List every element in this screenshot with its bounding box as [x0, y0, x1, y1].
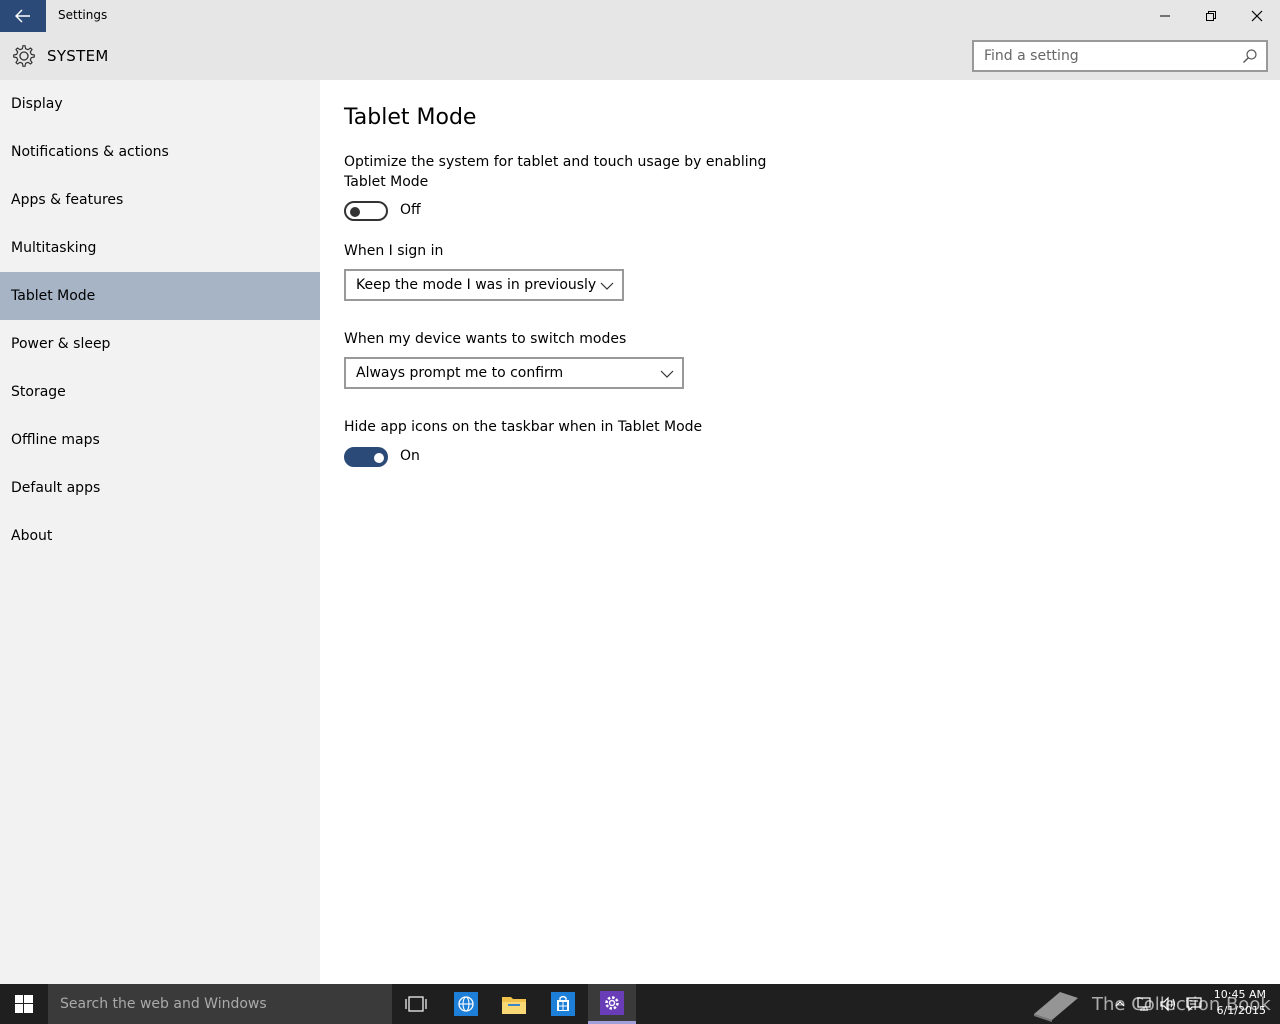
book-logo-icon — [1034, 992, 1078, 1022]
sidebar-item-label: About — [11, 528, 53, 544]
taskbar-search[interactable]: Search the web and Windows — [48, 984, 392, 1024]
close-icon — [1251, 10, 1263, 22]
sidebar-item-label: Default apps — [11, 480, 101, 496]
sidebar-item-tablet-mode[interactable]: Tablet Mode — [0, 272, 320, 320]
back-arrow-icon — [15, 9, 30, 23]
browser-icon — [454, 992, 478, 1016]
sidebar-item-storage[interactable]: Storage — [0, 368, 320, 416]
sidebar-item-power-sleep[interactable]: Power & sleep — [0, 320, 320, 368]
sidebar-item-label: Display — [11, 96, 63, 112]
settings-gear-icon — [600, 990, 624, 1015]
sidebar-item-label: Apps & features — [11, 192, 124, 208]
clock-date: 6/1/2015 — [1216, 1004, 1266, 1017]
taskbar-clock[interactable]: 10:45 AM 6/1/2015 — [1210, 987, 1266, 1019]
store-icon — [551, 992, 575, 1016]
window-title: Settings — [58, 8, 108, 22]
restore-icon — [1206, 11, 1216, 21]
section-title: SYSTEM — [47, 47, 109, 65]
hide-icons-toggle[interactable] — [344, 447, 388, 467]
volume-icon[interactable] — [1158, 994, 1178, 1014]
sidebar-item-label: Power & sleep — [11, 336, 111, 352]
sign-in-selected: Keep the mode I was in previously — [356, 277, 597, 293]
toggle-knob — [374, 453, 384, 463]
tablet-mode-toggle[interactable] — [344, 201, 388, 221]
task-view-icon — [405, 996, 427, 1012]
hide-icons-label: Hide app icons on the taskbar when in Ta… — [344, 419, 703, 435]
sidebar: Display Notifications & actions Apps & f… — [0, 80, 320, 984]
gear-icon — [13, 45, 35, 67]
taskbar-search-text: Search the web and Windows — [60, 996, 267, 1012]
show-hidden-icons-icon[interactable] — [1110, 994, 1130, 1014]
settings-header: SYSTEM — [0, 32, 1280, 80]
minimize-icon — [1160, 15, 1170, 17]
network-icon[interactable] — [1134, 994, 1154, 1014]
minimize-button[interactable] — [1142, 0, 1188, 32]
windows-logo-icon — [15, 995, 33, 1013]
restore-button[interactable] — [1188, 0, 1234, 32]
chevron-down-icon — [660, 370, 674, 378]
sidebar-item-label: Multitasking — [11, 240, 97, 256]
tablet-mode-description: Optimize the system for tablet and touch… — [344, 154, 767, 190]
tablet-mode-toggle-state: Off — [400, 202, 421, 218]
sidebar-item-label: Offline maps — [11, 432, 100, 448]
task-view-button[interactable] — [392, 984, 440, 1024]
sidebar-item-about[interactable]: About — [0, 512, 320, 560]
start-button[interactable] — [0, 984, 48, 1024]
sidebar-item-default-apps[interactable]: Default apps — [0, 464, 320, 512]
search-icon[interactable] — [1242, 48, 1258, 64]
switch-modes-label: When my device wants to switch modes — [344, 331, 627, 347]
chevron-down-icon — [600, 282, 614, 290]
sidebar-item-label: Tablet Mode — [11, 288, 96, 304]
taskbar-store-button[interactable] — [539, 984, 587, 1024]
title-bar: Settings — [0, 0, 1280, 32]
toggle-knob — [350, 207, 360, 217]
switch-modes-selected: Always prompt me to confirm — [356, 365, 564, 381]
taskbar-file-explorer-button[interactable] — [490, 984, 538, 1024]
action-center-icon[interactable] — [1184, 994, 1204, 1014]
sidebar-item-display[interactable]: Display — [0, 80, 320, 128]
sidebar-item-apps-features[interactable]: Apps & features — [0, 176, 320, 224]
sidebar-item-multitasking[interactable]: Multitasking — [0, 224, 320, 272]
hide-icons-toggle-state: On — [400, 448, 420, 464]
sidebar-item-label: Storage — [11, 384, 66, 400]
taskbar-settings-button[interactable] — [588, 984, 636, 1024]
switch-modes-dropdown[interactable]: Always prompt me to confirm — [344, 357, 684, 389]
sidebar-item-label: Notifications & actions — [11, 144, 169, 160]
sign-in-label: When I sign in — [344, 243, 444, 259]
taskbar-browser-button[interactable] — [442, 984, 490, 1024]
search-input[interactable] — [974, 42, 1234, 70]
taskbar: Search the web and Windows The Collectio… — [0, 984, 1280, 1024]
main-content: Tablet Mode Optimize the system for tabl… — [320, 80, 1280, 984]
page-title: Tablet Mode — [344, 105, 477, 130]
back-button[interactable] — [0, 0, 46, 32]
search-box[interactable] — [972, 40, 1268, 72]
sidebar-item-offline-maps[interactable]: Offline maps — [0, 416, 320, 464]
sidebar-item-notifications[interactable]: Notifications & actions — [0, 128, 320, 176]
clock-time: 10:45 AM — [1213, 988, 1266, 1001]
sign-in-dropdown[interactable]: Keep the mode I was in previously — [344, 269, 624, 301]
close-button[interactable] — [1234, 0, 1280, 32]
folder-icon — [502, 997, 526, 1014]
